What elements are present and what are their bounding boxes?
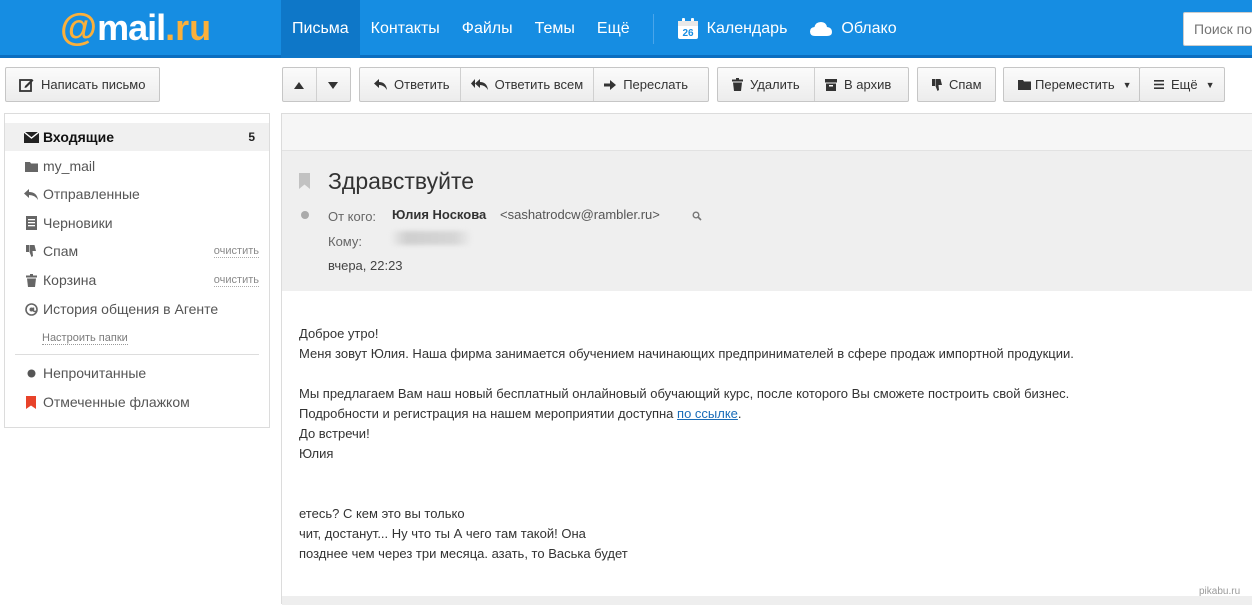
- pencil-icon: [19, 77, 34, 92]
- reply-button[interactable]: Ответить: [360, 68, 461, 101]
- reply-icon: [374, 79, 387, 90]
- mailru-logo[interactable]: @ mail . ru: [60, 8, 211, 49]
- menu-icon: [1154, 80, 1164, 89]
- reply-all-button[interactable]: Ответить всем: [461, 68, 595, 101]
- thumbs-down-icon: [932, 78, 942, 91]
- message-subject: Здравствуйте: [328, 168, 475, 194]
- thumbs-down-icon: [22, 245, 40, 257]
- folder-sidebar: Входящие 5 my_mail Отправленные Черновик…: [4, 113, 270, 428]
- filter-flagged[interactable]: Отмеченные флажком: [5, 388, 269, 416]
- archive-icon: [825, 78, 837, 91]
- draft-icon: [22, 216, 40, 230]
- arrow-down-icon: [328, 77, 339, 92]
- nav-contacts[interactable]: Контакты: [360, 0, 451, 58]
- forward-icon: [604, 79, 617, 90]
- more-dropdown[interactable]: Ещё ▼: [1139, 67, 1225, 102]
- message-strip: [282, 114, 1252, 151]
- nav-themes[interactable]: Темы: [524, 0, 586, 58]
- nav-arrows: [282, 67, 351, 102]
- compose-button[interactable]: Написать письмо: [5, 67, 160, 102]
- watermark: pikabu.ru: [1199, 586, 1241, 597]
- nav-cloud[interactable]: Облако: [798, 0, 907, 58]
- move-dropdown[interactable]: Переместить ▼: [1003, 67, 1140, 102]
- search-input[interactable]: [1183, 12, 1252, 46]
- body-line: позднее чем через три месяца. азать, то …: [299, 546, 628, 561]
- folder-spam[interactable]: Спам очистить: [5, 237, 269, 265]
- message-header: Здравствуйте От кого: Юлия Носкова <sash…: [282, 151, 1252, 291]
- dot-icon: [22, 369, 40, 378]
- bookmark-icon[interactable]: [299, 173, 310, 194]
- folder-icon: [1018, 79, 1031, 90]
- body-line: Меня зовут Юлия. Наша фирма занимается о…: [299, 346, 1074, 361]
- trash-icon: [22, 273, 40, 287]
- message-view: Здравствуйте От кого: Юлия Носкова <sash…: [281, 113, 1252, 605]
- delete-archive-group: Удалить В архив: [717, 67, 909, 102]
- folder-icon: [22, 161, 40, 172]
- filter-unread[interactable]: Непрочитанные: [5, 359, 269, 387]
- reply-group: Ответить Ответить всем Переслать: [359, 67, 709, 102]
- body-line: Юлия: [299, 446, 334, 461]
- setup-folders-link[interactable]: Настроить папки: [42, 332, 128, 345]
- nav-letters[interactable]: Письма: [281, 0, 360, 58]
- envelope-icon: [22, 131, 40, 143]
- nav-files[interactable]: Файлы: [451, 0, 524, 58]
- svg-text:26: 26: [682, 28, 694, 39]
- folder-drafts[interactable]: Черновики: [5, 209, 269, 237]
- sidebar-divider: [15, 354, 259, 355]
- magnifier-icon[interactable]: [692, 208, 702, 226]
- arrow-up-icon: [294, 77, 305, 92]
- body-line: Подробности и регистрация на нашем мероп…: [299, 406, 742, 421]
- sender-email[interactable]: <sashatrodcw@rambler.ru>: [500, 207, 660, 222]
- body-line: чит, достанут... Ну что ты А чего там та…: [299, 526, 586, 541]
- folder-agent-history[interactable]: История общения в Агенте: [5, 295, 269, 323]
- agent-icon: [22, 302, 40, 316]
- nav-more[interactable]: Ещё: [586, 0, 641, 58]
- clear-trash-link[interactable]: очистить: [213, 274, 259, 287]
- clear-spam-link[interactable]: очистить: [213, 245, 259, 258]
- body-line: Доброе утро!: [299, 326, 379, 341]
- trash-icon: [732, 78, 743, 91]
- from-label: От кого:: [328, 209, 377, 224]
- folder-trash[interactable]: Корзина очистить: [5, 266, 269, 294]
- folder-sent[interactable]: Отправленные: [5, 180, 269, 208]
- archive-button[interactable]: В архив: [815, 68, 901, 101]
- details-link[interactable]: по ссылке: [677, 406, 738, 421]
- sender-name[interactable]: Юлия Носкова: [392, 207, 486, 222]
- chevron-down-icon: ▼: [1122, 79, 1132, 90]
- body-line: Мы предлагаем Вам наш новый бесплатный о…: [299, 386, 1070, 401]
- reply-all-icon: [470, 79, 488, 90]
- nav-divider: [652, 14, 654, 44]
- recipient-blurred: [390, 231, 472, 245]
- main-nav: Письма Контакты Файлы Темы Ещё 26 Календ…: [281, 0, 908, 58]
- next-message-button[interactable]: [317, 68, 351, 101]
- to-label: Кому:: [328, 234, 362, 249]
- message-body: Доброе утро! Меня зовут Юлия. Наша фирма…: [299, 324, 1239, 564]
- body-line: етесь? С кем это вы только: [299, 506, 465, 521]
- message-date: вчера, 22:23: [328, 258, 403, 273]
- reply-icon: [22, 188, 40, 200]
- spam-button[interactable]: Спам: [917, 67, 996, 102]
- cloud-icon: [809, 20, 833, 38]
- folder-inbox[interactable]: Входящие 5: [5, 123, 269, 151]
- top-bar: @ mail . ru Письма Контакты Файлы Темы Е…: [0, 0, 1252, 58]
- folder-my-mail[interactable]: my_mail: [5, 152, 269, 180]
- body-line: До встречи!: [299, 426, 370, 441]
- forward-button[interactable]: Переслать: [594, 68, 698, 101]
- nav-calendar[interactable]: 26 Календарь: [666, 0, 799, 58]
- chevron-down-icon: ▼: [1205, 79, 1215, 90]
- calendar-icon: 26: [677, 18, 699, 40]
- delete-button[interactable]: Удалить: [718, 68, 815, 101]
- read-status-dot[interactable]: [301, 211, 309, 219]
- flag-icon: [22, 395, 40, 409]
- prev-message-button[interactable]: [283, 68, 317, 101]
- unread-count: 5: [248, 130, 255, 144]
